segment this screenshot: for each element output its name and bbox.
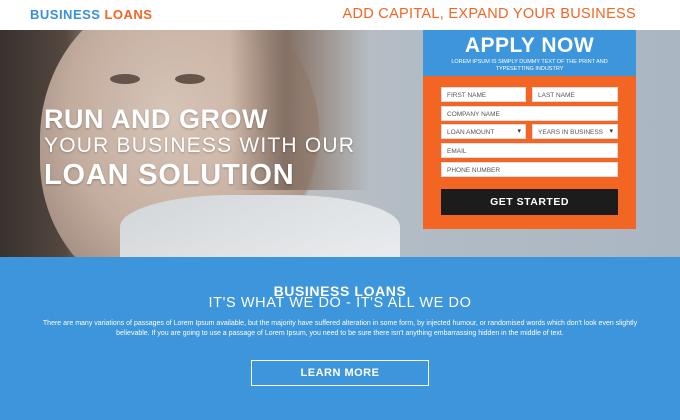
hero-headline: RUN AND GROW YOUR BUSINESS WITH OUR LOAN…: [44, 104, 355, 192]
top-header: BUSINESS LOANS ADD CAPITAL, EXPAND YOUR B…: [0, 0, 680, 30]
logo-text-loans: LOANS: [104, 7, 153, 22]
info-section: BUSINESS LOANS IT'S WHAT WE DO - IT'S AL…: [0, 257, 680, 420]
phone-number-field[interactable]: PHONE NUMBER: [441, 162, 618, 177]
header-tagline: ADD CAPITAL, EXPAND YOUR BUSINESS: [342, 6, 636, 22]
apply-form-title: APPLY NOW: [464, 34, 595, 57]
hero-headline-line1: RUN AND GROW: [44, 104, 268, 134]
info-subtitle: IT'S WHAT WE DO - IT'S ALL WE DO: [208, 295, 472, 311]
last-name-field[interactable]: LAST NAME: [532, 87, 618, 102]
first-name-field[interactable]: FIRST NAME: [441, 87, 526, 102]
learn-more-button[interactable]: LEARN MORE: [251, 360, 429, 386]
get-started-button[interactable]: GET STARTED: [441, 189, 618, 215]
info-body-text: There are many variations of passages of…: [42, 320, 638, 337]
logo-text-business: BUSINESS: [30, 7, 101, 22]
apply-form-subtitle: LOREM IPSUM IS SIMPLY DUMMY TEXT OF THE …: [451, 59, 608, 72]
years-in-business-select[interactable]: YEARS IN BUSINESS: [532, 124, 618, 139]
apply-form-header: APPLY NOW LOREM IPSUM IS SIMPLY DUMMY TE…: [423, 30, 636, 76]
email-field[interactable]: EMAIL: [441, 143, 618, 158]
hero-headline-line3: LOAN SOLUTION: [44, 159, 295, 191]
site-logo[interactable]: BUSINESS LOANS: [30, 7, 152, 22]
hero-headline-line2: YOUR BUSINESS WITH OUR: [44, 134, 356, 157]
loan-amount-select[interactable]: LOAN AMOUNT: [441, 124, 526, 139]
company-name-field[interactable]: COMPANY NAME: [441, 106, 618, 121]
